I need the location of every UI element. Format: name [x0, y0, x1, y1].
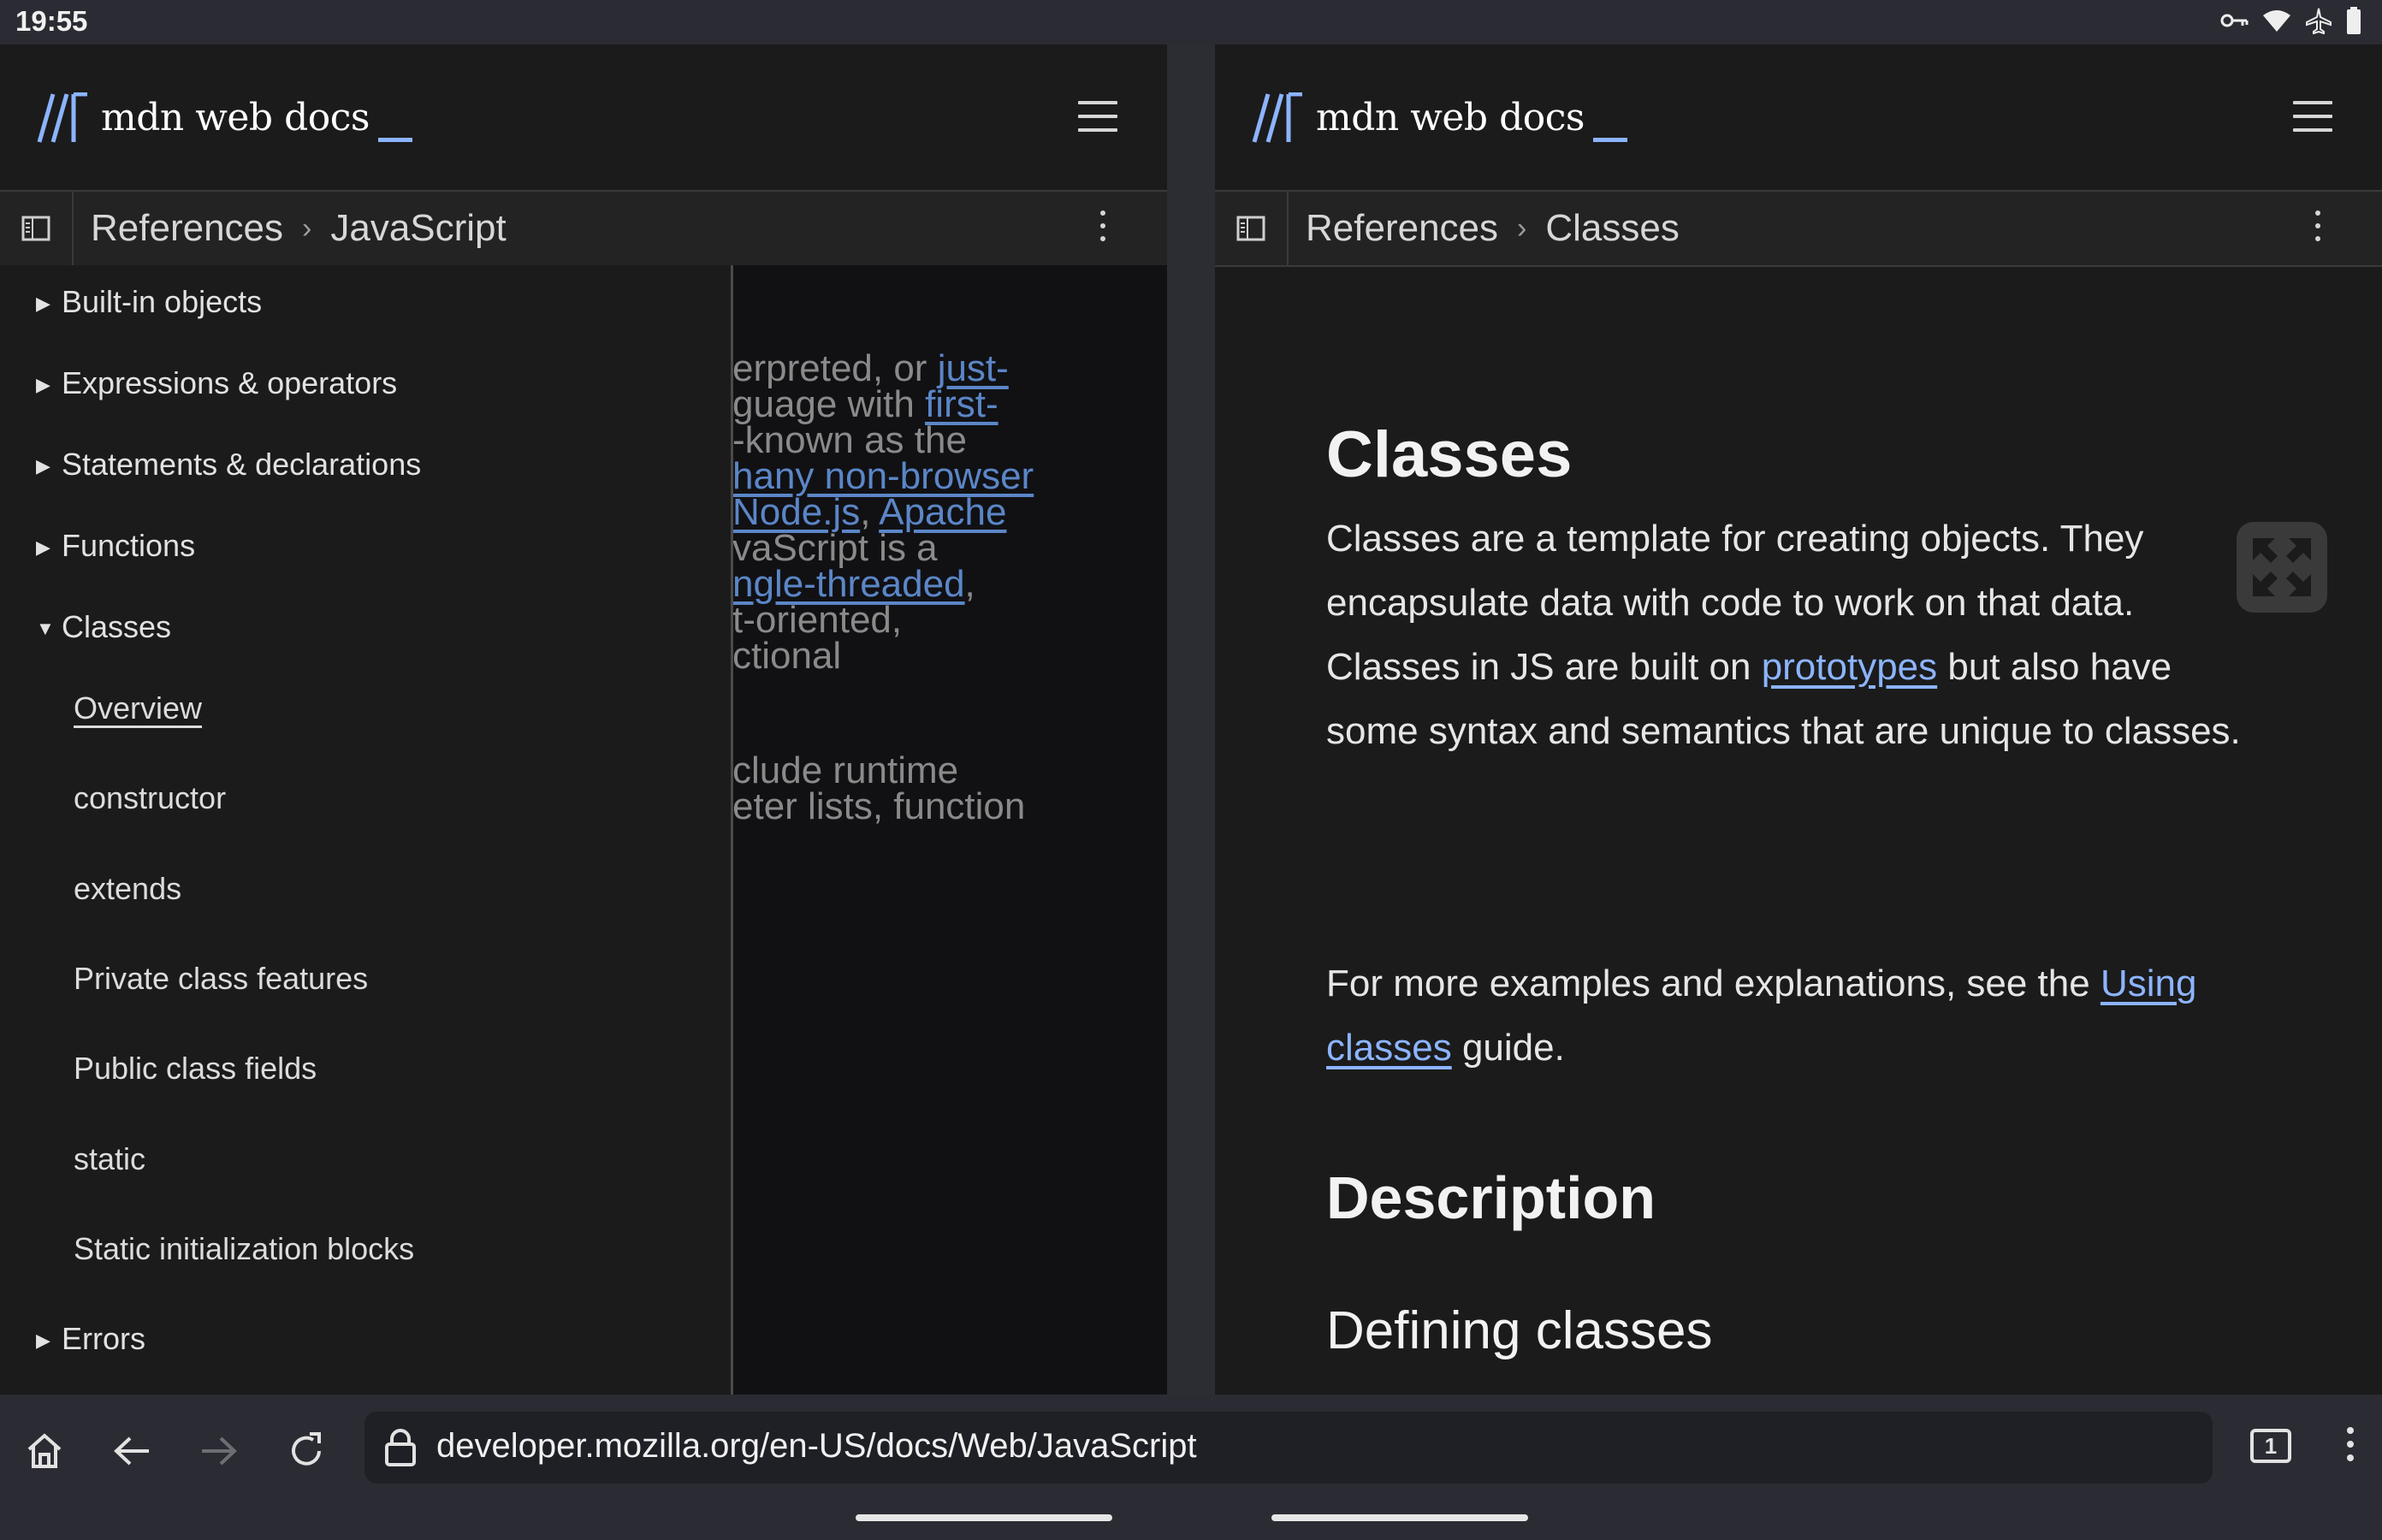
sidebar-item-built-in-objects[interactable]: ▶ Built-in objects	[36, 284, 262, 320]
breadcrumb-bar: References › Classes	[1215, 192, 2382, 267]
sidebar-toggle-icon	[1236, 216, 1265, 241]
breadcrumb: References › JavaScript	[91, 192, 507, 265]
breadcrumb-classes[interactable]: Classes	[1545, 207, 1680, 250]
caret-right-icon: ▶	[36, 455, 50, 477]
back-arrow-icon[interactable]	[108, 1427, 156, 1475]
page-title: Classes	[1326, 418, 1573, 491]
status-bar: 19:55	[0, 0, 2382, 44]
status-icons	[2219, 6, 2361, 38]
mdn-logo-text: mdn web docs	[101, 96, 370, 139]
sidebar-subitem-overview[interactable]: Overview	[74, 690, 202, 726]
content-line: eter lists, function	[732, 785, 1026, 827]
url-text: developer.mozilla.org/en-US/docs/Web/Jav…	[436, 1427, 1197, 1465]
sidebar-subitem-public-class-fields[interactable]: Public class fields	[74, 1051, 317, 1087]
caret-right-icon: ▶	[36, 293, 50, 315]
sidebar-nav: ▶ Built-in objects ▶ Expressions & operato…	[0, 265, 733, 1395]
sidebar-subitem-extends[interactable]: extends	[74, 871, 181, 907]
hamburger-menu-icon[interactable]	[1078, 101, 1117, 132]
mdn-logo-icon	[1252, 92, 1302, 143]
left-browser-pane: mdn web docs References › JavaScript erp…	[0, 44, 1167, 1395]
section-heading-description: Description	[1326, 1164, 1656, 1231]
lock-icon	[385, 1429, 416, 1466]
caret-right-icon: ▶	[36, 1330, 50, 1352]
mdn-header: mdn web docs	[1215, 44, 2382, 192]
browser-menu-icon[interactable]	[2346, 1427, 2355, 1468]
breadcrumb-references[interactable]: References	[91, 207, 283, 250]
article-content: Classes Classes are a template for creat…	[1215, 265, 2382, 1395]
caret-right-icon: ▶	[36, 536, 50, 559]
breadcrumb-javascript[interactable]: JavaScript	[330, 207, 506, 250]
mdn-logo[interactable]: mdn web docs	[36, 92, 412, 144]
caret-right-icon: ▶	[36, 374, 50, 396]
right-browser-pane: mdn web docs References › Classes Classe…	[1215, 44, 2382, 1395]
browser-toolbar: developer.mozilla.org/en-US/docs/Web/Jav…	[0, 1395, 2382, 1540]
status-time: 19:55	[15, 5, 88, 37]
sidebar-toggle-button[interactable]	[0, 192, 74, 265]
airplane-mode-icon	[2305, 7, 2332, 38]
mdn-logo[interactable]: mdn web docs	[1251, 92, 1627, 144]
breadcrumb: References › Classes	[1306, 192, 1680, 265]
mdn-logo-icon	[37, 92, 87, 143]
right-pane-gesture-handle[interactable]	[1271, 1514, 1528, 1521]
sidebar-item-classes[interactable]: ▼ Classes	[36, 609, 171, 645]
guide-paragraph: For more examples and explanations, see …	[1326, 962, 2197, 1069]
intro-paragraph: Classes are a template for creating obje…	[1326, 518, 2241, 752]
more-options-icon[interactable]	[2314, 210, 2322, 248]
wifi-icon	[2262, 9, 2291, 37]
forward-arrow-icon[interactable]	[195, 1427, 243, 1475]
sidebar-toggle-icon	[21, 216, 50, 241]
sidebar-item-functions[interactable]: ▶ Functions	[36, 528, 195, 564]
reload-icon[interactable]	[282, 1427, 330, 1475]
chevron-right-icon: ›	[302, 211, 312, 245]
more-options-icon[interactable]	[1099, 210, 1107, 248]
chevron-right-icon: ›	[1517, 211, 1527, 245]
breadcrumb-references[interactable]: References	[1306, 207, 1498, 250]
sidebar-subitem-static[interactable]: static	[74, 1141, 145, 1177]
vpn-key-icon	[2219, 12, 2249, 33]
mdn-header: mdn web docs	[0, 44, 1167, 192]
sidebar-subitem-private-class-features[interactable]: Private class features	[74, 961, 368, 997]
tab-counter-button[interactable]: 1	[2250, 1429, 2291, 1463]
left-pane-gesture-handle[interactable]	[856, 1514, 1112, 1521]
sidebar-toggle-button[interactable]	[1215, 192, 1289, 265]
battery-icon	[2346, 6, 2361, 38]
sidebar-subitem-constructor[interactable]: constructor	[74, 780, 226, 816]
sidebar-item-expressions-operators[interactable]: ▶ Expressions & operators	[36, 365, 397, 401]
breadcrumb-bar: References › JavaScript	[0, 192, 1167, 267]
page-content-behind-sidebar: erpreted, or just- guage with first- -kn…	[732, 265, 1167, 1395]
split-screen-divider[interactable]	[1167, 44, 1215, 1395]
logo-cursor	[377, 138, 412, 142]
sidebar-subitem-static-initialization-blocks[interactable]: Static initialization blocks	[74, 1231, 414, 1267]
logo-cursor	[1592, 138, 1627, 142]
content-line: ctional	[732, 635, 842, 677]
sidebar-item-statements-declarations[interactable]: ▶ Statements & declarations	[36, 447, 421, 483]
hamburger-menu-icon[interactable]	[2293, 101, 2332, 132]
link-prototypes[interactable]: prototypes	[1762, 646, 1937, 688]
home-icon[interactable]	[21, 1427, 68, 1475]
sidebar-item-errors[interactable]: ▶ Errors	[36, 1321, 145, 1357]
address-bar[interactable]: developer.mozilla.org/en-US/docs/Web/Jav…	[364, 1412, 2213, 1484]
section-heading-defining-classes: Defining classes	[1326, 1301, 1713, 1360]
mdn-logo-text: mdn web docs	[1316, 96, 1585, 139]
caret-down-icon: ▼	[36, 618, 55, 640]
